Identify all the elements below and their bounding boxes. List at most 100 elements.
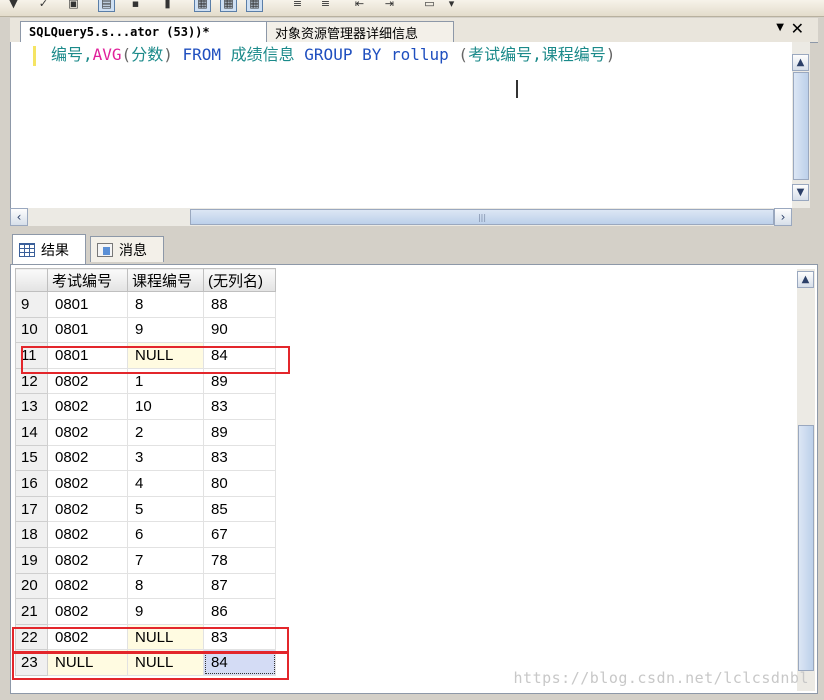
results-to-grid-icon[interactable]: ▦ — [220, 0, 237, 12]
grid-cell[interactable]: 0802 — [47, 572, 128, 600]
tab-object-explorer-details[interactable]: 对象资源管理器详细信息 — [266, 21, 454, 42]
code-token: 成绩信息 — [230, 45, 295, 64]
table-row[interactable]: 16 0802 4 80 — [15, 470, 276, 497]
include-plan-icon[interactable]: ▪ — [128, 0, 143, 11]
grid-cell[interactable]: 87 — [203, 572, 276, 600]
row-number[interactable]: 17 — [15, 495, 48, 523]
table-row[interactable]: 10 0801 9 90 — [15, 316, 276, 344]
query-options-icon[interactable]: ▤ — [98, 0, 115, 12]
column-header[interactable]: 课程编号 — [127, 268, 204, 292]
tab-list-dropdown-icon[interactable]: ▼ — [776, 22, 784, 33]
editor-tab-bar: SQLQuery5.s...ator (53))* 对象资源管理器详细信息 ▼ … — [10, 18, 818, 43]
editor-horizontal-scrollbar[interactable]: ‹ ||| › — [10, 208, 792, 226]
toolbar-overflow-icon[interactable]: ▾ — [444, 0, 459, 11]
code-token-keyword: GROUP BY — [294, 45, 391, 64]
grid-cell[interactable]: 5 — [127, 495, 204, 523]
column-header[interactable]: 考试编号 — [47, 268, 128, 292]
results-to-file-icon[interactable]: ▦ — [246, 0, 263, 12]
grid-cell[interactable]: 80 — [203, 470, 276, 497]
row-number[interactable]: 18 — [15, 521, 48, 548]
table-row[interactable]: 17 0802 5 85 — [15, 495, 276, 523]
grid-cell[interactable]: 0801 — [47, 291, 128, 318]
close-icon[interactable]: ✕ — [791, 19, 804, 38]
row-number[interactable]: 16 — [15, 470, 48, 497]
scroll-up-icon[interactable]: ▲ — [792, 54, 809, 71]
outdent-icon[interactable]: ⇤ — [352, 0, 367, 11]
grid-cell[interactable]: 0802 — [47, 495, 128, 523]
code-token: 分数 — [131, 45, 164, 64]
grid-cell[interactable]: 9 — [127, 316, 204, 344]
grid-cell[interactable]: 83 — [203, 393, 276, 420]
table-row[interactable]: 15 0802 3 83 — [15, 444, 276, 472]
column-header[interactable]: (无列名) — [203, 268, 276, 292]
grid-cell[interactable]: 67 — [203, 521, 276, 548]
tab-messages[interactable]: 消息 — [90, 236, 164, 262]
grid-cell[interactable]: 3 — [127, 444, 204, 472]
results-vscroll-thumb[interactable] — [798, 425, 814, 671]
table-row[interactable]: 18 0802 6 67 — [15, 521, 276, 548]
indent-icon[interactable]: ⇥ — [382, 0, 397, 11]
scroll-down-icon[interactable]: ▼ — [792, 184, 809, 201]
grid-cell[interactable]: 4 — [127, 470, 204, 497]
grid-cell[interactable]: 6 — [127, 521, 204, 548]
grid-cell[interactable]: 0802 — [47, 546, 128, 574]
row-number[interactable]: 19 — [15, 546, 48, 574]
grid-cell[interactable]: 8 — [127, 572, 204, 600]
grid-cell[interactable]: 9 — [127, 598, 204, 625]
row-number-header[interactable] — [15, 268, 48, 292]
query-editor[interactable]: 编号,AVG(分数) FROM 成绩信息 GROUP BY rollup (考试… — [10, 42, 793, 208]
row-number[interactable]: 15 — [15, 444, 48, 472]
row-number[interactable]: 20 — [15, 572, 48, 600]
grid-cell[interactable]: 8 — [127, 291, 204, 318]
display-plan-icon[interactable]: ▣ — [66, 0, 81, 11]
grid-cell[interactable]: 89 — [203, 418, 276, 446]
grid-cell[interactable]: 10 — [127, 393, 204, 420]
row-number[interactable]: 13 — [15, 393, 48, 420]
grid-cell[interactable]: 0802 — [47, 418, 128, 446]
grid-cell[interactable]: 90 — [203, 316, 276, 344]
row-number[interactable]: 14 — [15, 418, 48, 446]
grid-cell[interactable]: 0802 — [47, 470, 128, 497]
results-to-text-icon[interactable]: ▦ — [194, 0, 211, 12]
dropdown-arrow-icon[interactable]: ▼ — [6, 0, 21, 11]
editor-vertical-scrollbar[interactable]: ▲ ▼ — [792, 42, 810, 208]
tab-sqlquery5[interactable]: SQLQuery5.s...ator (53))* — [20, 21, 272, 42]
table-row[interactable]: 21 0802 9 86 — [15, 598, 276, 625]
uncomment-icon[interactable]: ≡ — [318, 0, 333, 11]
table-row[interactable]: 14 0802 2 89 — [15, 418, 276, 446]
table-row[interactable]: 13 0802 10 83 — [15, 393, 276, 420]
parse-icon[interactable]: ✓ — [36, 0, 51, 11]
table-row[interactable]: 9 0801 8 88 — [15, 291, 276, 318]
comment-icon[interactable]: ≡ — [290, 0, 305, 11]
scroll-up-icon[interactable]: ▲ — [797, 271, 814, 288]
grid-cell[interactable]: 88 — [203, 291, 276, 318]
grid-cell[interactable]: 0802 — [47, 444, 128, 472]
editor-vscroll-thumb[interactable] — [793, 72, 809, 180]
row-number[interactable]: 21 — [15, 598, 48, 625]
tab-results[interactable]: 结果 — [12, 234, 86, 264]
text-cursor-icon — [516, 80, 518, 98]
scroll-left-icon[interactable]: ‹ — [10, 208, 28, 226]
grid-cell[interactable]: 2 — [127, 418, 204, 446]
row-number[interactable]: 9 — [15, 291, 48, 318]
table-row[interactable]: 19 0802 7 78 — [15, 546, 276, 574]
grid-cell[interactable]: 83 — [203, 444, 276, 472]
grid-cell[interactable]: 85 — [203, 495, 276, 523]
grid-cell[interactable]: 0802 — [47, 521, 128, 548]
grid-cell[interactable]: 78 — [203, 546, 276, 574]
grid-cell[interactable]: 0802 — [47, 393, 128, 420]
grid-cell[interactable]: 7 — [127, 546, 204, 574]
results-grid: 考试编号 课程编号 (无列名) 9 0801 8 88 10 0801 9 90… — [15, 268, 276, 676]
statistics-icon[interactable]: ▮ — [160, 0, 175, 11]
results-vertical-scrollbar[interactable]: ▲ — [797, 269, 815, 691]
table-row[interactable]: 20 0802 8 87 — [15, 572, 276, 600]
grid-header-row: 考试编号 课程编号 (无列名) — [15, 268, 276, 292]
grid-cell[interactable]: 0802 — [47, 598, 128, 625]
scroll-right-icon[interactable]: › — [774, 208, 792, 226]
specify-values-icon[interactable]: ▭ — [422, 0, 437, 11]
tab-results-label: 结果 — [41, 242, 69, 259]
row-number[interactable]: 10 — [15, 316, 48, 344]
grid-cell[interactable]: 0801 — [47, 316, 128, 344]
editor-hscroll-thumb[interactable]: ||| — [190, 209, 774, 225]
grid-cell[interactable]: 86 — [203, 598, 276, 625]
